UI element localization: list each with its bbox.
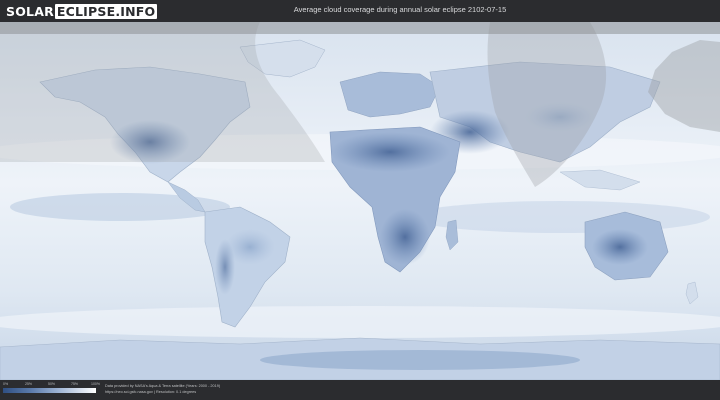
map-title: Average cloud coverage during annual sol… [293,5,507,14]
cloud-coverage-legend [3,388,96,393]
data-credit: Data provided by NASA's Aqua & Terra sat… [105,384,221,388]
legend-tick-75: 75% [71,382,79,386]
data-source-url[interactable]: https://neo.sci.gsfc.nasa.gov | Resoluti… [105,390,196,394]
antarctic-clear [260,350,580,370]
cloud-coverage-map [0,22,720,380]
legend-tick-25: 25% [25,382,33,386]
logo-eclipse-info: ECLIPSE.INFO [54,3,158,19]
legend-tick-50: 50% [48,382,56,386]
legend-tick-0: 0% [3,382,9,386]
andes-clear [215,239,235,295]
southern-ocean-band [0,306,720,338]
header-bar: SOLAR ECLIPSE.INFO Average cloud coverag… [0,0,720,22]
southern-africa-clear [380,209,430,265]
australia-clear [592,229,648,265]
site-logo[interactable]: SOLAR ECLIPSE.INFO [6,3,158,19]
logo-solar: SOLAR [6,3,54,19]
legend-tick-100: 100% [91,382,100,386]
polar-shade-top [0,22,720,34]
